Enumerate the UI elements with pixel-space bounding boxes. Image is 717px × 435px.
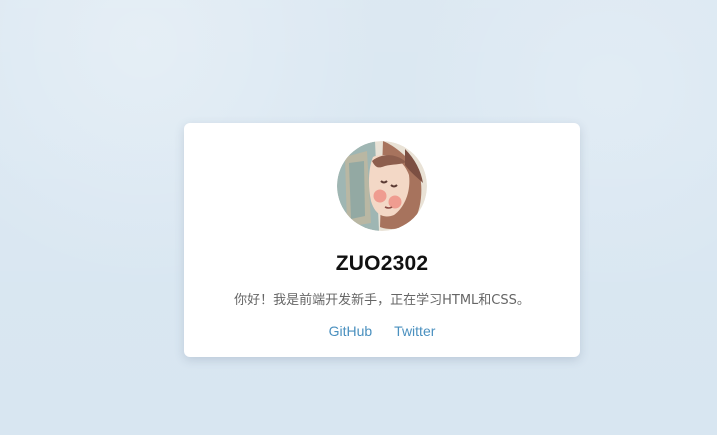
bio-text: 你好！我是前端开发新手，正在学习HTML和CSS。 (234, 293, 530, 308)
github-link[interactable]: GitHub (329, 323, 373, 339)
avatar-illustration-icon (337, 141, 427, 231)
avatar (337, 141, 427, 231)
profile-card: ZUO2302 你好！我是前端开发新手，正在学习HTML和CSS。 GitHub… (184, 123, 580, 357)
social-links: GitHub Twitter (184, 323, 580, 339)
username: ZUO2302 (335, 252, 429, 275)
twitter-link[interactable]: Twitter (394, 323, 435, 339)
